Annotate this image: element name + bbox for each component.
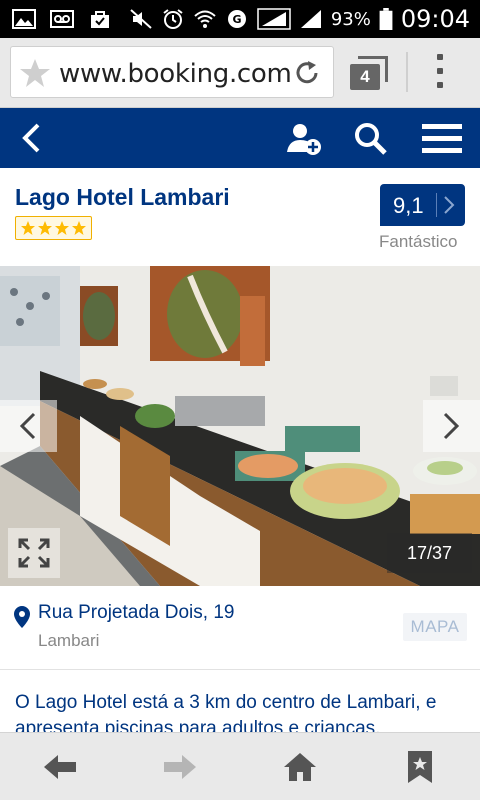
hotel-name: Lago Hotel Lambari [15,184,230,210]
address-section: Rua Projetada Dois, 19 Lambari MAPA [0,586,480,670]
star-icon [55,221,69,235]
forward-icon[interactable] [162,751,198,783]
photo-gallery[interactable]: 17/37 [0,266,480,586]
battery-icon [379,8,393,30]
review-score-label: Fantástico [379,232,458,251]
gallery-next-button[interactable] [423,400,480,452]
review-score: 9,1 [393,193,424,218]
review-score-button[interactable]: 9,1 [380,184,465,226]
score-divider [436,193,437,217]
description-text: O Lago Hotel está a 3 km do centro de La… [15,692,437,732]
clock: 09:04 [400,5,470,33]
overflow-menu-icon[interactable] [430,54,450,92]
home-icon[interactable] [282,751,318,783]
battery-percent: 93% [330,8,371,30]
star-icon [21,221,35,235]
wifi-icon [194,10,216,28]
hamburger-menu-icon[interactable] [422,124,462,154]
screen: G 93% 09:04 www.booking.com 4 Lago Hotel… [0,0,480,800]
image-icon [12,9,36,29]
address-city: Lambari [38,631,100,650]
tab-switcher-button[interactable]: 4 [350,56,388,90]
signal-2-icon [300,10,321,28]
back-icon[interactable] [42,751,78,783]
address-street[interactable]: Rua Projetada Dois, 19 [38,602,234,624]
voicemail-icon [50,10,74,28]
chevron-right-icon [444,196,455,214]
add-user-icon[interactable] [286,122,322,156]
star-icon [38,221,52,235]
reload-icon[interactable] [293,59,321,87]
svg-text:G: G [232,13,241,26]
shopping-bag-icon [91,11,109,28]
toolbar-divider [406,52,408,92]
mute-icon [130,9,152,29]
url-bar[interactable]: www.booking.com [10,46,334,98]
bookmark-star-icon[interactable] [19,57,51,89]
chevron-left-icon [19,412,36,440]
browser-bottom-nav [0,732,480,800]
browser-toolbar: www.booking.com 4 [0,38,480,108]
search-icon[interactable] [354,122,388,156]
fullscreen-button[interactable] [8,528,60,578]
app-header [0,108,480,168]
back-arrow-icon[interactable] [18,122,48,154]
tab-count: 4 [350,64,380,90]
photo-counter: 17/37 [387,533,472,573]
signal-icon [257,8,291,30]
status-bar: G 93% 09:04 [0,0,480,38]
expand-icon [18,538,50,568]
bookmarks-icon[interactable] [402,751,438,783]
url-text[interactable]: www.booking.com [59,59,291,89]
alarm-icon [163,9,183,29]
star-rating [15,216,92,240]
map-button[interactable]: MAPA [403,613,467,641]
hotel-description: O Lago Hotel está a 3 km do centro de La… [0,670,480,732]
chevron-right-icon [443,412,460,440]
data-saver-icon: G [227,10,246,28]
gallery-prev-button[interactable] [0,400,57,452]
location-pin-icon [14,606,30,628]
hotel-header: Lago Hotel Lambari 9,1 Fantástico [0,168,480,266]
star-icon [72,221,86,235]
